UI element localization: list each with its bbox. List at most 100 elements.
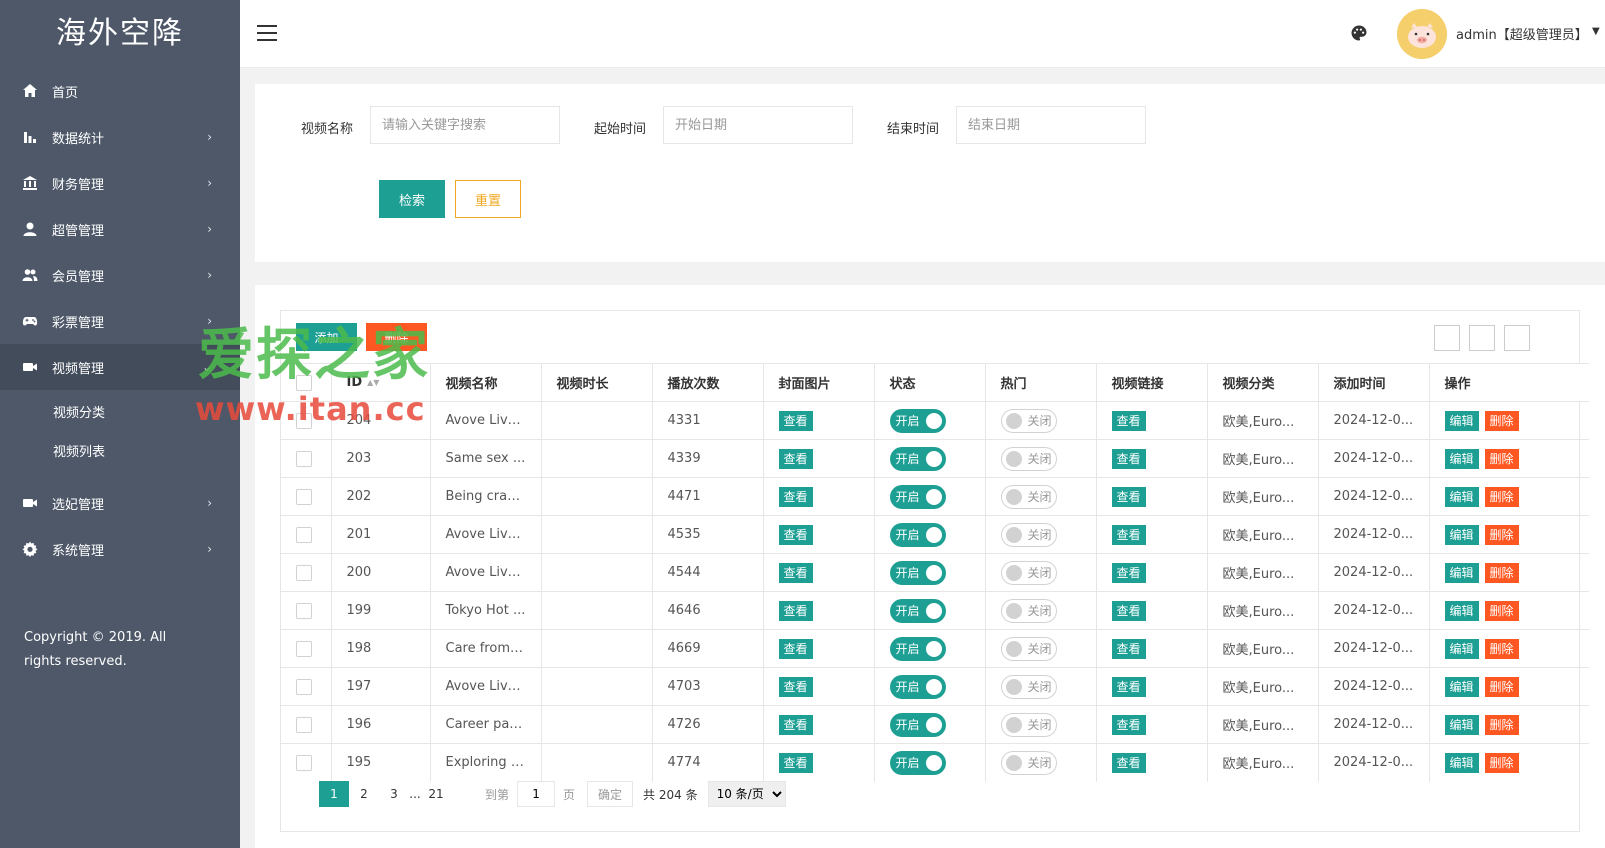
view-cover-button[interactable]: 查看 bbox=[778, 486, 813, 507]
status-toggle[interactable]: 开启 bbox=[889, 598, 946, 623]
hot-toggle[interactable]: 关闭 bbox=[1000, 522, 1057, 547]
print-icon[interactable] bbox=[1504, 325, 1530, 351]
search-button[interactable]: 检索 bbox=[379, 180, 445, 218]
end-date-input[interactable] bbox=[956, 106, 1146, 144]
page-last[interactable]: 21 bbox=[421, 781, 451, 807]
video-name-input[interactable] bbox=[370, 106, 560, 144]
view-link-button[interactable]: 查看 bbox=[1111, 448, 1146, 469]
row-checkbox[interactable] bbox=[296, 450, 312, 467]
view-cover-button[interactable]: 查看 bbox=[778, 562, 813, 583]
status-toggle[interactable]: 开启 bbox=[889, 522, 946, 547]
delete-button[interactable]: 删除 bbox=[1484, 486, 1519, 507]
status-toggle[interactable]: 开启 bbox=[889, 636, 946, 661]
hot-toggle[interactable]: 关闭 bbox=[1000, 446, 1057, 471]
hot-toggle[interactable]: 关闭 bbox=[1000, 560, 1057, 585]
sidebar-item-lower-0[interactable]: 选妃管理 › bbox=[0, 480, 240, 526]
view-cover-button[interactable]: 查看 bbox=[778, 524, 813, 545]
hot-toggle[interactable]: 关闭 bbox=[1000, 598, 1057, 623]
avatar[interactable] bbox=[1397, 9, 1447, 59]
user-menu[interactable]: admin【超级管理员】 bbox=[1456, 24, 1588, 43]
page-size-select[interactable]: 10 条/页 bbox=[707, 781, 786, 807]
view-link-button[interactable]: 查看 bbox=[1111, 562, 1146, 583]
page-3[interactable]: 3 bbox=[379, 781, 409, 807]
reset-button[interactable]: 重置 bbox=[455, 180, 521, 218]
row-checkbox[interactable] bbox=[296, 488, 312, 505]
row-checkbox[interactable] bbox=[296, 754, 312, 771]
edit-button[interactable]: 编辑 bbox=[1444, 448, 1479, 469]
edit-button[interactable]: 编辑 bbox=[1444, 600, 1479, 621]
status-toggle[interactable]: 开启 bbox=[889, 484, 946, 509]
delete-button[interactable]: 删除 bbox=[1484, 752, 1519, 773]
hot-toggle[interactable]: 关闭 bbox=[1000, 636, 1057, 661]
sidebar-subitem-1[interactable]: 视频列表 bbox=[0, 433, 240, 472]
row-checkbox[interactable] bbox=[296, 640, 312, 657]
delete-button[interactable]: 删除 bbox=[1484, 524, 1519, 545]
edit-button[interactable]: 编辑 bbox=[1444, 562, 1479, 583]
sidebar-item-5[interactable]: 彩票管理 › bbox=[0, 298, 240, 344]
edit-button[interactable]: 编辑 bbox=[1444, 676, 1479, 697]
sidebar-item-3[interactable]: 超管管理 › bbox=[0, 206, 240, 252]
edit-button[interactable]: 编辑 bbox=[1444, 752, 1479, 773]
delete-button[interactable]: 删除 bbox=[1484, 410, 1519, 431]
row-checkbox[interactable] bbox=[296, 602, 312, 619]
export-icon[interactable] bbox=[1469, 325, 1495, 351]
view-link-button[interactable]: 查看 bbox=[1111, 752, 1146, 773]
status-toggle[interactable]: 开启 bbox=[889, 750, 946, 775]
page-1[interactable]: 1 bbox=[319, 781, 349, 807]
sidebar-item-6[interactable]: 视频管理 ⌄ bbox=[0, 344, 240, 390]
row-checkbox[interactable] bbox=[296, 678, 312, 695]
page-2[interactable]: 2 bbox=[349, 781, 379, 807]
view-link-button[interactable]: 查看 bbox=[1111, 410, 1146, 431]
view-link-button[interactable]: 查看 bbox=[1111, 676, 1146, 697]
hot-toggle[interactable]: 关闭 bbox=[1000, 750, 1057, 775]
delete-button[interactable]: 删除 bbox=[1484, 638, 1519, 659]
column-header-0[interactable]: ID ▲▼ bbox=[331, 363, 431, 402]
filter-columns-icon[interactable] bbox=[1434, 325, 1460, 351]
batch-delete-button[interactable]: 删除 bbox=[366, 323, 427, 351]
status-toggle[interactable]: 开启 bbox=[889, 712, 946, 737]
sidebar-item-2[interactable]: 财务管理 › bbox=[0, 160, 240, 206]
view-cover-button[interactable]: 查看 bbox=[778, 752, 813, 773]
sidebar-item-1[interactable]: 数据统计 › bbox=[0, 114, 240, 160]
view-cover-button[interactable]: 查看 bbox=[778, 638, 813, 659]
delete-button[interactable]: 删除 bbox=[1484, 562, 1519, 583]
caret-down-icon[interactable]: ▼ bbox=[1592, 26, 1600, 37]
hot-toggle[interactable]: 关闭 bbox=[1000, 674, 1057, 699]
delete-button[interactable]: 删除 bbox=[1484, 714, 1519, 735]
hot-toggle[interactable]: 关闭 bbox=[1000, 484, 1057, 509]
edit-button[interactable]: 编辑 bbox=[1444, 714, 1479, 735]
sidebar-item-lower-1[interactable]: 系统管理 › bbox=[0, 526, 240, 572]
status-toggle[interactable]: 开启 bbox=[889, 674, 946, 699]
edit-button[interactable]: 编辑 bbox=[1444, 486, 1479, 507]
view-cover-button[interactable]: 查看 bbox=[778, 410, 813, 431]
view-link-button[interactable]: 查看 bbox=[1111, 524, 1146, 545]
view-cover-button[interactable]: 查看 bbox=[778, 676, 813, 697]
sort-icon[interactable]: ▲▼ bbox=[367, 378, 379, 387]
edit-button[interactable]: 编辑 bbox=[1444, 638, 1479, 659]
add-button[interactable]: 添加 bbox=[296, 323, 357, 351]
edit-button[interactable]: 编辑 bbox=[1444, 524, 1479, 545]
menu-toggle-icon[interactable] bbox=[257, 25, 277, 41]
row-checkbox[interactable] bbox=[296, 526, 312, 543]
delete-button[interactable]: 删除 bbox=[1484, 600, 1519, 621]
status-toggle[interactable]: 开启 bbox=[889, 560, 946, 585]
view-link-button[interactable]: 查看 bbox=[1111, 714, 1146, 735]
start-date-input[interactable] bbox=[663, 106, 853, 144]
view-link-button[interactable]: 查看 bbox=[1111, 638, 1146, 659]
delete-button[interactable]: 删除 bbox=[1484, 676, 1519, 697]
row-checkbox[interactable] bbox=[296, 412, 312, 429]
view-cover-button[interactable]: 查看 bbox=[778, 714, 813, 735]
sidebar-subitem-0[interactable]: 视频分类 bbox=[0, 394, 240, 433]
view-link-button[interactable]: 查看 bbox=[1111, 486, 1146, 507]
sidebar-item-4[interactable]: 会员管理 › bbox=[0, 252, 240, 298]
view-link-button[interactable]: 查看 bbox=[1111, 600, 1146, 621]
row-checkbox[interactable] bbox=[296, 716, 312, 733]
view-cover-button[interactable]: 查看 bbox=[778, 600, 813, 621]
edit-button[interactable]: 编辑 bbox=[1444, 410, 1479, 431]
goto-confirm-button[interactable]: 确定 bbox=[587, 781, 634, 807]
status-toggle[interactable]: 开启 bbox=[889, 408, 946, 433]
status-toggle[interactable]: 开启 bbox=[889, 446, 946, 471]
select-all-checkbox[interactable] bbox=[296, 374, 312, 391]
view-cover-button[interactable]: 查看 bbox=[778, 448, 813, 469]
hot-toggle[interactable]: 关闭 bbox=[1000, 408, 1057, 433]
